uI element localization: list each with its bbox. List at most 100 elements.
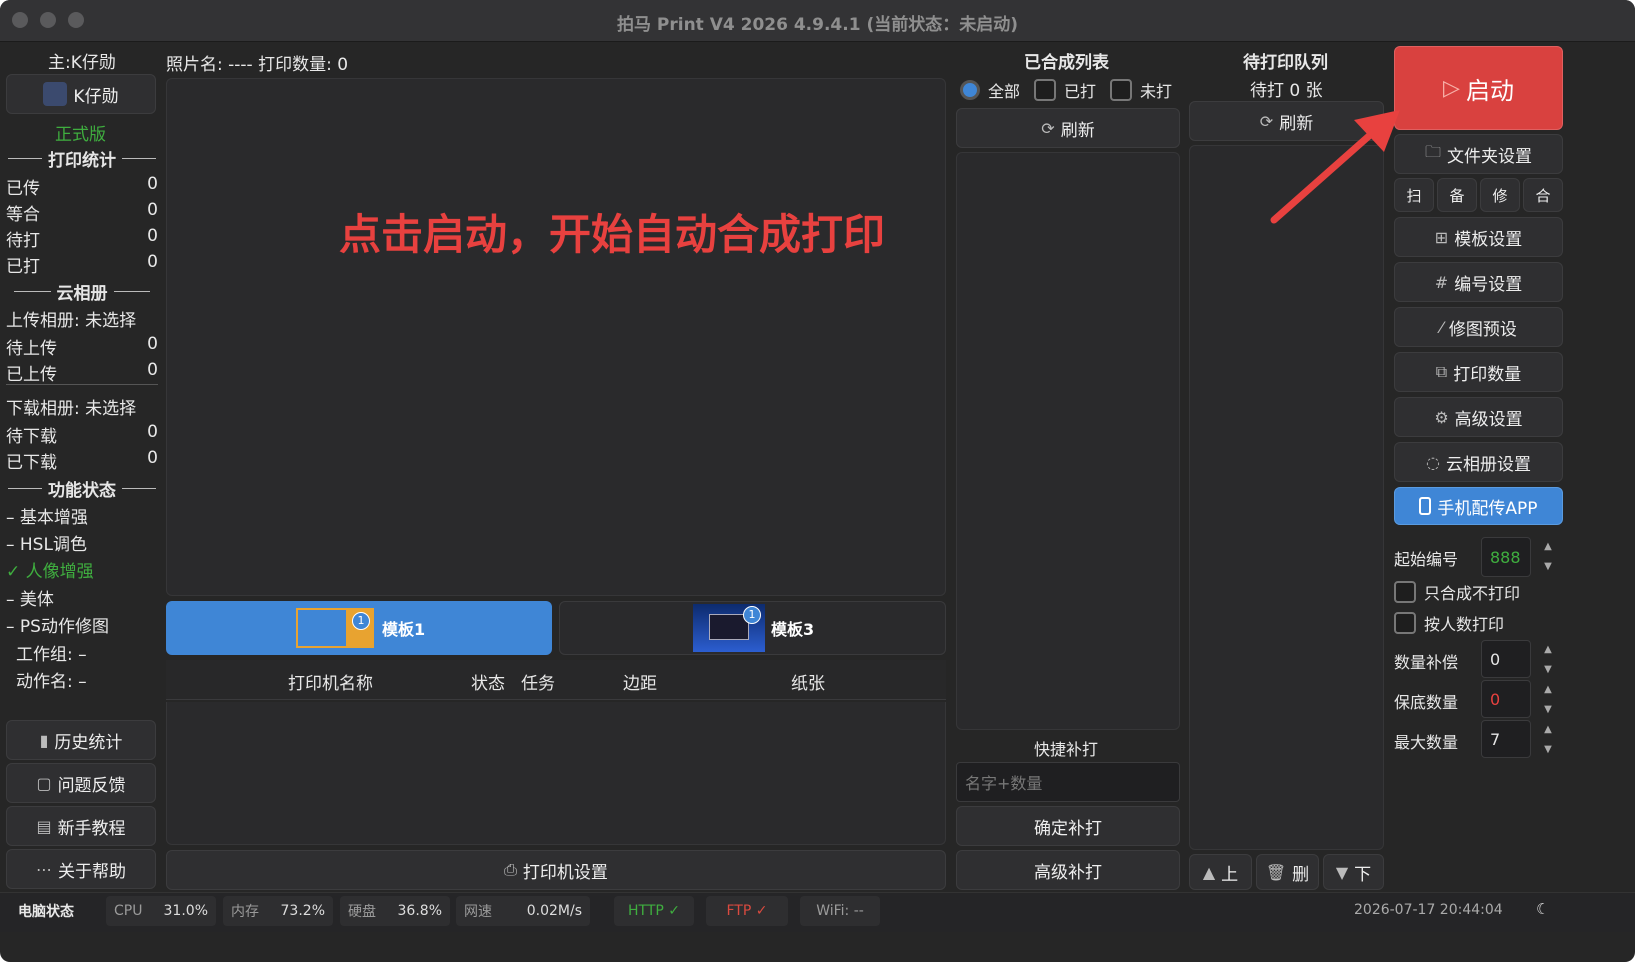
stat-label: 等合 [6,205,40,225]
http-status: HTTP ✓ [614,896,694,926]
number-settings-button[interactable]: # 编号设置 [1394,262,1563,302]
min-qty-stepper[interactable]: ▲ ▼ [1534,680,1562,720]
chat-icon: ▢ [36,773,52,793]
folder-settings-button[interactable]: 🗀 文件夹设置 [1394,134,1563,174]
network-status: 网速 0.02M/s [456,896,590,926]
refresh-icon: ⟳ [1041,118,1055,138]
delete-button[interactable]: 🗑 删 [1256,854,1319,890]
feature-item: – 美体 [6,590,54,610]
advanced-reprint-button[interactable]: 高级补打 [956,850,1180,890]
min-qty-label: 保底数量 [1394,693,1459,712]
only-compose-checkbox[interactable] [1394,581,1416,603]
cpu-status: CPU 31.0% [106,896,216,926]
window-title: 拍马 Print V4 2026 4.9.4.1 (当前状态：未启动) [616,15,1019,35]
filter-unprinted-checkbox[interactable] [1110,79,1133,101]
preview-area: 点击启动，开始自动合成打印 [166,78,946,596]
stat-label: 待打 [6,231,40,251]
composed-refresh-button[interactable]: ⟳ 刷新 [956,108,1180,148]
history-stats-button[interactable]: ▮ 历史统计 [6,720,156,760]
printer-settings-button[interactable]: ⎙ 打印机设置 [166,850,946,890]
workgroup-label: 工作组: – [16,645,87,665]
filter-all-radio[interactable] [960,80,980,100]
template-settings-button[interactable]: ⊞ 模板设置 [1394,217,1563,257]
phone-icon [1419,497,1432,515]
tab-template-3[interactable]: 1 模板3 [559,601,946,655]
stat-label: 已打 [6,257,40,277]
qty-comp-stepper[interactable]: ▲ ▼ [1534,640,1562,680]
start-hint-text: 点击启动，开始自动合成打印 [339,210,886,259]
cloud-album-settings-button[interactable]: ◌ 云相册设置 [1394,442,1563,482]
chevron-up-icon: ▲ [1544,644,1552,655]
move-up-button[interactable]: ▲ 上 [1189,854,1252,890]
stat-value: 0 [147,422,158,442]
copy-icon: ⧉ [1435,362,1448,381]
moon-icon: ☾ [1536,900,1550,918]
print-count-button[interactable]: ⧉ 打印数量 [1394,352,1563,392]
by-people-option[interactable]: 按人数打印 [1394,611,1504,635]
feature-item-active: ✓ 人像增强 [6,562,94,582]
divider [6,384,158,385]
feedback-button[interactable]: ▢ 问题反馈 [6,763,156,803]
tab-template-1[interactable]: 1 模板1 [166,601,552,655]
triangle-down-icon: ▼ [1335,862,1349,882]
wifi-status: WiFi: -- [800,896,880,926]
user-button[interactable]: K仔勋 [6,74,156,114]
chevron-up-icon: ▲ [1544,724,1552,735]
stat-value: 0 [147,334,158,354]
tutorial-button[interactable]: ▤ 新手教程 [6,806,156,846]
column-header: 纸张 [791,674,825,694]
quick-reprint-title: 快捷补打 [1034,740,1099,759]
column-header: 任务 [521,674,555,694]
max-qty-stepper[interactable]: ▲ ▼ [1534,720,1562,760]
grid-icon: ⊞ [1434,227,1449,247]
hash-icon: # [1434,272,1449,292]
min-qty-input[interactable]: 0 [1481,680,1531,718]
pending-count: 待打 0 张 [1250,81,1323,101]
compose-button[interactable]: 合 [1523,178,1563,212]
action-name-label: 动作名: – [16,672,87,692]
edition-label: 正式版 [55,125,106,145]
confirm-reprint-button[interactable]: 确定补打 [956,806,1180,846]
memory-status: 内存 73.2% [223,896,333,926]
play-icon: ▷ [1443,75,1460,101]
retouch-preset-button[interactable]: ⁄ 修图预设 [1394,307,1563,347]
start-button[interactable]: ▷ 启动 [1394,46,1563,130]
upload-album-label: 上传相册: 未选择 [6,311,137,331]
template-thumbnail: 1 [296,608,374,648]
stat-label: 已上传 [6,365,57,385]
phone-app-button[interactable]: 手机配传APP [1394,487,1563,525]
retouch-button[interactable]: 修 [1480,178,1520,212]
triangle-up-icon: ▲ [1202,862,1216,882]
title-bar: 拍马 Print V4 2026 4.9.4.1 (当前状态：未启动) [0,0,1635,42]
stat-value: 0 [147,174,158,194]
print-stats-header: 打印统计 [8,146,156,171]
max-qty-label: 最大数量 [1394,733,1459,752]
backup-button[interactable]: 备 [1437,178,1477,212]
help-button[interactable]: ⋯ 关于帮助 [6,849,156,889]
print-queue-title: 待打印队列 [1243,53,1328,73]
filter-all-label: 全部 [988,82,1021,101]
by-people-checkbox[interactable] [1394,612,1416,634]
only-compose-option[interactable]: 只合成不打印 [1394,580,1520,604]
composed-list [956,152,1180,730]
host-label: 主:K仔勋 [48,53,116,73]
start-number-stepper[interactable]: ▲ ▼ [1534,537,1562,577]
filter-printed-checkbox[interactable] [1034,79,1057,101]
stat-label: 待下载 [6,427,57,447]
chevron-up-icon: ▲ [1544,541,1552,552]
advanced-settings-button[interactable]: ⚙ 高级设置 [1394,397,1563,437]
start-number-input[interactable]: 888 [1481,537,1531,577]
computer-status-label: 电脑状态 [18,904,74,920]
filter-unprinted-label: 未打 [1140,82,1173,101]
move-down-button[interactable]: ▼ 下 [1323,854,1384,890]
annotation-arrow [1270,110,1400,224]
composed-list-title: 已合成列表 [1024,53,1109,73]
column-header: 状态 [471,674,505,694]
template-thumbnail: 1 [693,604,765,652]
max-qty-input[interactable]: 7 [1481,720,1531,758]
quick-reprint-input[interactable]: 名字+数量 [956,762,1180,802]
template-label: 模板1 [382,620,426,639]
qty-comp-input[interactable]: 0 [1481,640,1531,678]
stat-value: 0 [147,360,158,380]
datetime: 2026-07-17 20:44:04 [1354,902,1503,918]
